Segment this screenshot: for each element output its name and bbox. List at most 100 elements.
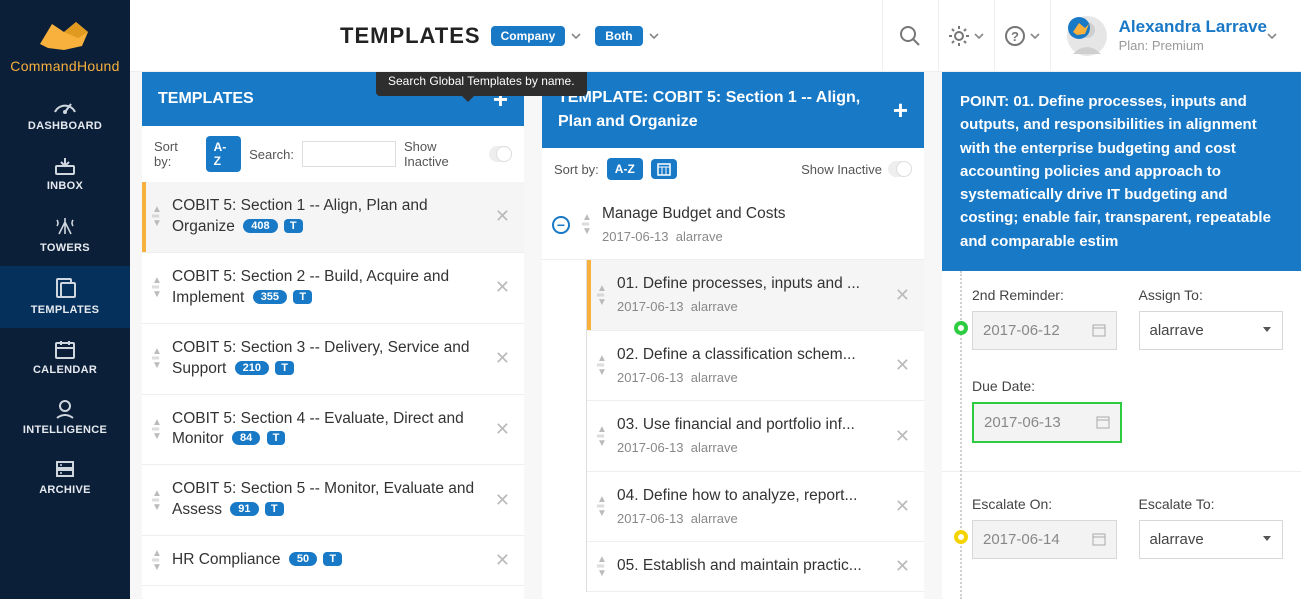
timeline-line [960, 271, 962, 599]
point-row[interactable]: ▲═▼ 03. Use financial and portfolio inf..… [587, 401, 924, 471]
gauge-icon [51, 94, 79, 116]
remove-row-button[interactable]: ✕ [491, 550, 514, 571]
remove-row-button[interactable]: ✕ [491, 348, 514, 369]
point-row[interactable]: ▲═▼02. Define a classification schem...2… [587, 331, 924, 401]
type-badge: T [267, 431, 286, 445]
sidebar: CommandHound DASHBOARD INBOX TOWERS TEMP… [0, 0, 130, 599]
view-pill[interactable]: Both [595, 26, 642, 46]
template-detail-panel: TEMPLATE: COBIT 5: Section 1 -- Align, P… [542, 72, 924, 599]
nav-archive[interactable]: ARCHIVE [0, 448, 130, 508]
template-row[interactable]: ▲═▼COBIT 5: Section 5 -- Monitor, Evalua… [142, 465, 524, 536]
template-row[interactable]: ▲═▼COBIT 5: Section 2 -- Build, Acquire … [142, 253, 524, 324]
add-point-button[interactable]: + [893, 97, 908, 123]
scope-pill[interactable]: Company [491, 26, 566, 46]
search-button[interactable] [882, 0, 938, 71]
remove-row-button[interactable]: ✕ [891, 556, 914, 577]
collapse-icon[interactable]: − [552, 216, 570, 234]
remove-row-button[interactable]: ✕ [491, 490, 514, 511]
drag-handle[interactable]: ▲═▼ [580, 214, 594, 235]
archive-icon [53, 458, 77, 480]
drag-handle[interactable]: ▲═▼ [150, 206, 164, 227]
template-row[interactable]: ▲═▼ COBIT 5: Section 3 -- Delivery, Servi… [142, 324, 524, 395]
template-search-input[interactable] [302, 141, 396, 167]
template-detail-header: TEMPLATE: COBIT 5: Section 1 -- Align, P… [542, 72, 924, 148]
user-menu[interactable]: Alexandra Larrave Plan: Premium [1050, 0, 1291, 71]
remove-row-button[interactable]: ✕ [491, 277, 514, 298]
assign-to-select[interactable]: alarrave [1139, 311, 1284, 350]
chevron-down-icon[interactable] [649, 31, 659, 41]
templates-icon [52, 276, 78, 300]
template-title: HR Compliance [172, 551, 281, 568]
drag-handle[interactable]: ▲═▼ [150, 348, 164, 369]
help-button[interactable]: ? [994, 0, 1050, 71]
drag-handle[interactable]: ▲═▼ [595, 496, 609, 517]
nav-templates[interactable]: TEMPLATES [0, 266, 130, 328]
nav-inbox[interactable]: INBOX [0, 144, 130, 204]
remove-row-button[interactable]: ✕ [491, 419, 514, 440]
nav-dashboard[interactable]: DASHBOARD [0, 84, 130, 144]
escalate-on-input[interactable]: 2017-06-14 [972, 520, 1117, 559]
point-title: 05. Establish and maintain practic... [617, 556, 883, 577]
show-inactive-label: Show Inactive [404, 139, 483, 169]
template-row[interactable]: ▲═▼HR Compliance 50 T✕ [142, 536, 524, 586]
brand-logo[interactable]: CommandHound [2, 0, 127, 84]
hound-logo-icon [34, 14, 96, 54]
type-badge: T [323, 552, 342, 566]
chevron-down-icon[interactable] [571, 31, 581, 41]
settings-button[interactable] [938, 0, 994, 71]
drag-handle[interactable]: ▲═▼ [595, 426, 609, 447]
nav-calendar[interactable]: CALENDAR [0, 328, 130, 388]
sort-by-label: Sort by: [554, 162, 599, 177]
reminder2-date-input[interactable]: 2017-06-12 [972, 311, 1117, 350]
type-badge: T [284, 219, 303, 233]
point-row[interactable]: ▲═▼04. Define how to analyze, report...2… [587, 472, 924, 542]
show-inactive-toggle[interactable] [489, 146, 512, 162]
template-title: COBIT 5: Section 3 -- Delivery, Service … [172, 339, 469, 377]
calendar-grid-icon [657, 162, 671, 176]
drag-handle[interactable]: ▲═▼ [150, 490, 164, 511]
drag-handle[interactable]: ▲═▼ [595, 285, 609, 306]
show-inactive-toggle[interactable] [888, 161, 912, 177]
inbox-icon [53, 154, 77, 176]
escalate-to-select[interactable]: alarrave [1139, 520, 1284, 559]
sort-az-button[interactable]: A-Z [607, 158, 643, 180]
drag-handle[interactable]: ▲═▼ [150, 419, 164, 440]
due-date-input[interactable]: 2017-06-13 [972, 402, 1122, 443]
drag-handle[interactable]: ▲═▼ [595, 355, 609, 376]
point-row[interactable]: ▲═▼01. Define processes, inputs and ...2… [587, 260, 924, 330]
calendar-icon [1096, 415, 1110, 429]
point-title: 01. Define processes, inputs and ... [617, 274, 883, 295]
point-panel: POINT: 01. Define processes, inputs and … [942, 72, 1301, 599]
remove-row-button[interactable]: ✕ [891, 426, 914, 447]
svg-text:?: ? [1011, 29, 1019, 44]
sort-date-button[interactable] [651, 159, 677, 179]
point-title: 04. Define how to analyze, report... [617, 486, 883, 507]
nav-intelligence[interactable]: INTELLIGENCE [0, 388, 130, 448]
escalate-to-label: Escalate To: [1139, 496, 1284, 512]
intelligence-icon [53, 398, 77, 420]
remove-row-button[interactable]: ✕ [891, 285, 914, 306]
tower-icon [53, 214, 77, 238]
point-title: 03. Use financial and portfolio inf... [617, 415, 883, 436]
caret-down-icon [1262, 326, 1272, 334]
group-title: Manage Budget and Costs [602, 204, 914, 225]
user-plan: Plan: Premium [1119, 38, 1204, 53]
point-row[interactable]: ▲═▼ 05. Establish and maintain practic...… [587, 542, 924, 592]
drag-handle[interactable]: ▲═▼ [150, 550, 164, 571]
template-row[interactable]: ▲═▼ COBIT 5: Section 4 -- Evaluate, Direc… [142, 395, 524, 466]
drag-handle[interactable]: ▲═▼ [150, 277, 164, 298]
drag-handle[interactable]: ▲═▼ [595, 556, 609, 577]
remove-row-button[interactable]: ✕ [891, 496, 914, 517]
chevron-down-icon [1030, 31, 1040, 41]
template-title: COBIT 5: Section 4 -- Evaluate, Direct a… [172, 410, 464, 448]
remove-row-button[interactable]: ✕ [491, 206, 514, 227]
group-row[interactable]: − ▲═▼ Manage Budget and Costs 2017-06-13… [542, 190, 924, 260]
remove-row-button[interactable]: ✕ [891, 355, 914, 376]
reminder2-label: 2nd Reminder: [972, 287, 1117, 303]
calendar-icon [1092, 532, 1106, 546]
sort-az-button[interactable]: A-Z [206, 136, 241, 172]
template-row[interactable]: ▲═▼COBIT 5: Section 1 -- Align, Plan and… [142, 182, 524, 253]
show-inactive-label: Show Inactive [801, 162, 882, 177]
brand-name: CommandHound [10, 58, 119, 74]
nav-towers[interactable]: TOWERS [0, 204, 130, 266]
